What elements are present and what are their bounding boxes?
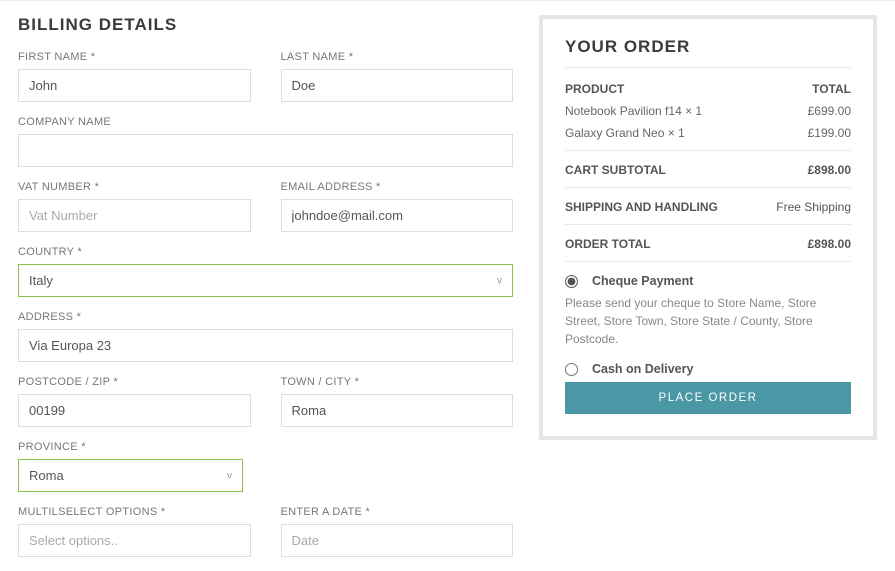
town-label: TOWN / CITY [281,376,514,388]
province-select[interactable]: Roma v [18,459,243,492]
multiselect-placeholder: Select options.. [29,533,118,548]
ordertotal-label: ORDER TOTAL [565,237,651,251]
pay-cod-label: Cash on Delivery [592,362,693,376]
postcode-input[interactable] [18,394,251,427]
address-label: ADDRESS [18,311,513,323]
place-order-button[interactable]: PLACE ORDER [565,382,851,414]
billing-heading: BILLING DETAILS [18,15,513,35]
email-label: EMAIL ADDRESS [281,181,514,193]
order-item: Galaxy Grand Neo × 1 £199.00 [565,126,851,140]
multiselect-select[interactable]: Select options.. [18,524,251,557]
date-input[interactable] [281,524,514,557]
vat-input[interactable] [18,199,251,232]
address-input[interactable] [18,329,513,362]
shipping-value: Free Shipping [776,200,851,214]
town-input[interactable] [281,394,514,427]
country-label: COUNTRY [18,246,513,258]
chevron-down-icon: v [497,275,502,286]
shipping-label: SHIPPING AND HANDLING [565,200,718,214]
pay-cheque-option[interactable]: Cheque Payment [565,274,851,288]
chevron-down-icon: v [227,470,232,481]
province-label: PROVINCE [18,441,251,453]
total-col: TOTAL [812,82,851,96]
pay-cheque-desc: Please send your cheque to Store Name, S… [565,294,851,348]
country-select[interactable]: Italy v [18,264,513,297]
first-name-input[interactable] [18,69,251,102]
pay-cod-option[interactable]: Cash on Delivery [565,362,851,376]
company-input[interactable] [18,134,513,167]
last-name-input[interactable] [281,69,514,102]
company-label: COMPANY NAME [18,116,513,128]
province-value: Roma [29,468,64,483]
first-name-label: FIRST NAME [18,51,251,63]
postcode-label: POSTCODE / ZIP [18,376,251,388]
item-name: Galaxy Grand Neo × 1 [565,126,685,140]
email-input[interactable] [281,199,514,232]
order-heading: YOUR ORDER [565,37,851,57]
order-summary: YOUR ORDER PRODUCT TOTAL Notebook Pavili… [539,15,877,440]
country-value: Italy [29,273,53,288]
item-price: £699.00 [808,104,851,118]
subtotal-label: CART SUBTOTAL [565,163,666,177]
vat-label: VAT NUMBER [18,181,251,193]
date-label: ENTER A DATE [281,506,514,518]
ordertotal-value: £898.00 [808,237,851,251]
pay-cheque-radio[interactable] [565,275,578,288]
item-name: Notebook Pavilion f14 × 1 [565,104,702,118]
last-name-label: LAST NAME [281,51,514,63]
order-item: Notebook Pavilion f14 × 1 £699.00 [565,104,851,118]
pay-cod-radio[interactable] [565,363,578,376]
multiselect-label: MULTILSELECT OPTIONS [18,506,251,518]
subtotal-value: £898.00 [808,163,851,177]
product-col: PRODUCT [565,82,624,96]
item-price: £199.00 [808,126,851,140]
pay-cheque-label: Cheque Payment [592,274,693,288]
